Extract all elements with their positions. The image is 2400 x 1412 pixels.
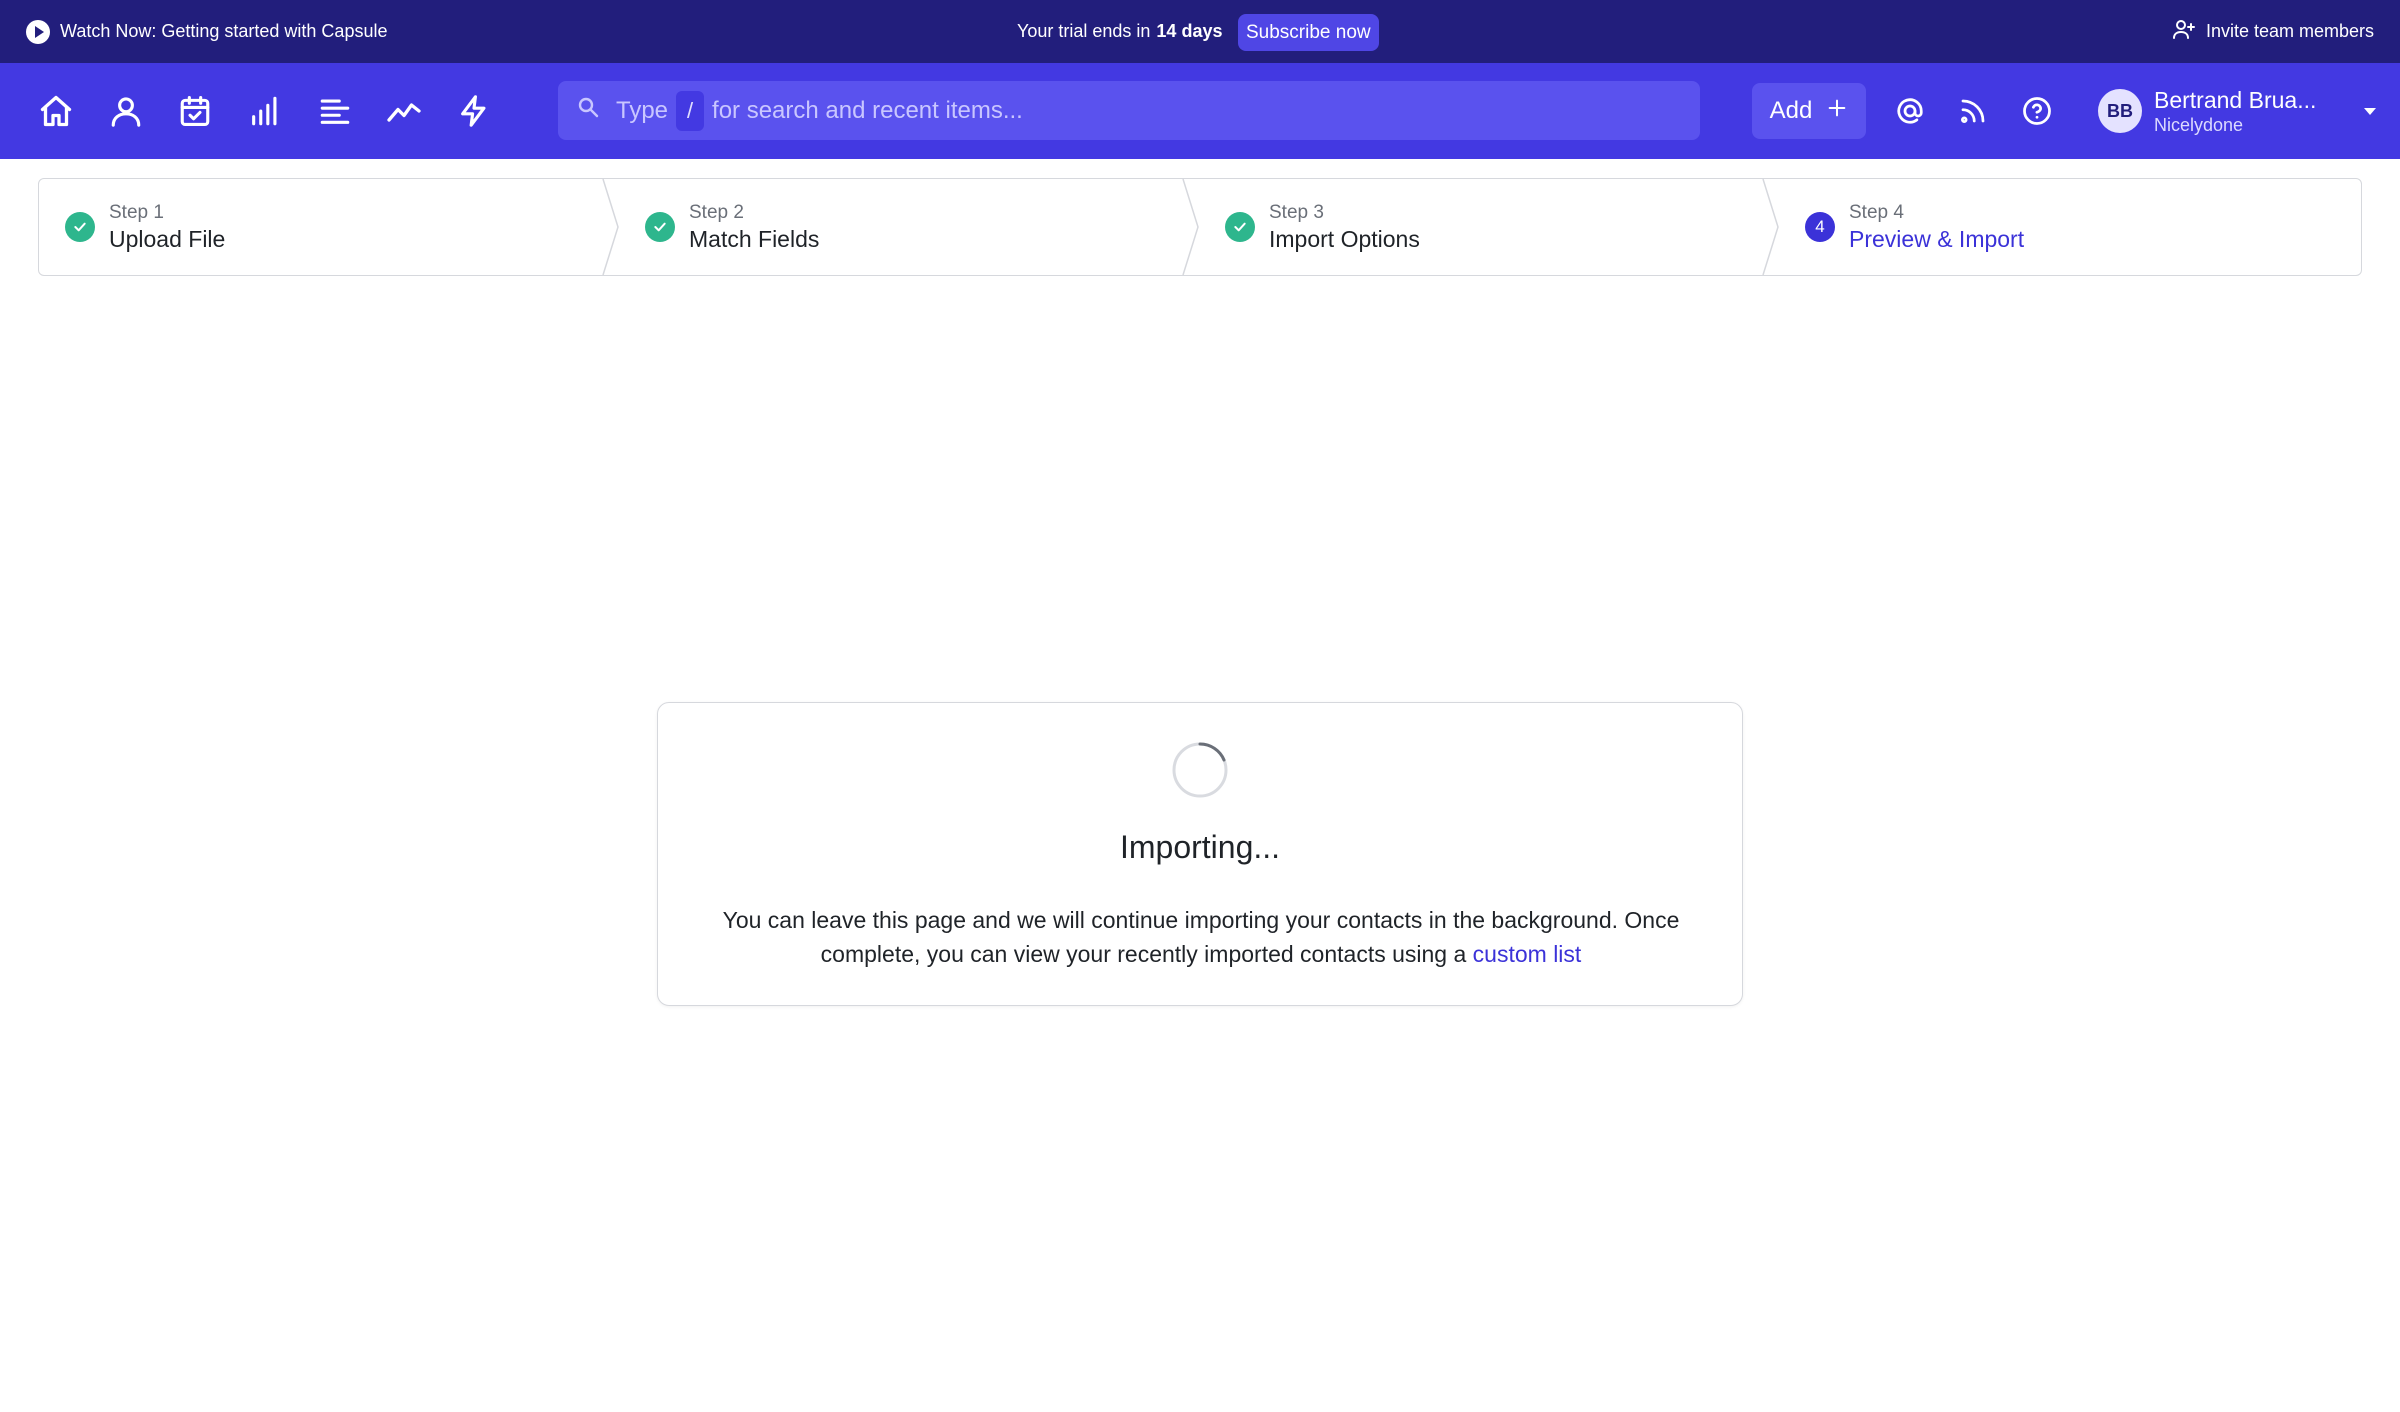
plus-icon bbox=[1826, 97, 1848, 126]
step-label: Import Options bbox=[1269, 226, 1420, 252]
user-menu[interactable]: BB Bertrand Brua... Nicelydone bbox=[2098, 82, 2388, 140]
user-names: Bertrand Brua... Nicelydone bbox=[2154, 86, 2316, 136]
step-preview-import[interactable]: 4 Step 4 Preview & Import bbox=[1805, 179, 2024, 275]
add-label: Add bbox=[1769, 97, 1813, 124]
step-upload-file[interactable]: Step 1 Upload File bbox=[65, 179, 225, 275]
add-user-icon bbox=[2172, 17, 2196, 46]
step-number: Step 4 bbox=[1849, 202, 1904, 223]
person-icon[interactable] bbox=[104, 89, 148, 133]
trial-notice: Your trial ends in 14 days bbox=[1017, 0, 1222, 63]
step-separator bbox=[1181, 179, 1201, 275]
step-label: Upload File bbox=[109, 226, 226, 252]
search-prefix: Type bbox=[616, 96, 669, 124]
search-shortcut-key: / bbox=[676, 90, 705, 131]
importing-message: You can leave this page and we will cont… bbox=[698, 903, 1704, 971]
at-icon[interactable] bbox=[1888, 89, 1932, 133]
message-line-1: You can leave this page and we will cont… bbox=[722, 907, 1680, 933]
import-stepper: Step 1 Upload File Step 2 Match Fields S… bbox=[38, 178, 2362, 276]
step-import-options[interactable]: Step 3 Import Options bbox=[1225, 179, 1420, 275]
main-nav: Type / for search and recent items... Ad… bbox=[0, 63, 2400, 159]
search-placeholder: for search and recent items... bbox=[712, 96, 1023, 124]
step-number-badge: 4 bbox=[1805, 212, 1835, 242]
chevron-down-icon bbox=[2364, 108, 2376, 115]
home-icon[interactable] bbox=[34, 89, 78, 133]
feed-icon[interactable] bbox=[1951, 89, 1995, 133]
check-icon bbox=[65, 212, 95, 242]
invite-team-button[interactable]: Invite team members bbox=[2172, 0, 2374, 63]
search-bar[interactable]: Type / for search and recent items... bbox=[558, 81, 1700, 140]
trial-days: 14 days bbox=[1156, 21, 1223, 41]
step-number: Step 3 bbox=[1269, 202, 1324, 223]
step-number: Step 2 bbox=[689, 202, 744, 223]
avatar: BB bbox=[2098, 89, 2142, 133]
subscribe-button[interactable]: Subscribe now bbox=[1238, 14, 1379, 51]
list-icon[interactable] bbox=[313, 89, 357, 133]
user-org: Nicelydone bbox=[2154, 115, 2244, 135]
trial-prefix: Your trial ends in bbox=[1017, 21, 1151, 41]
watch-now-link[interactable]: Watch Now: Getting started with Capsule bbox=[26, 0, 387, 63]
lightning-icon[interactable] bbox=[452, 89, 496, 133]
loading-spinner-icon bbox=[1171, 741, 1229, 799]
play-icon bbox=[26, 19, 50, 44]
check-icon bbox=[1225, 212, 1255, 242]
calendar-check-icon[interactable] bbox=[173, 89, 217, 133]
add-button[interactable]: Add bbox=[1752, 83, 1866, 139]
check-icon bbox=[645, 212, 675, 242]
step-match-fields[interactable]: Step 2 Match Fields bbox=[645, 179, 819, 275]
watch-now-label: Watch Now: Getting started with Capsule bbox=[60, 21, 388, 41]
custom-list-link[interactable]: custom list bbox=[1473, 941, 1582, 967]
step-label: Match Fields bbox=[689, 226, 820, 252]
invite-label: Invite team members bbox=[2205, 21, 2374, 41]
importing-card: Importing... You can leave this page and… bbox=[657, 702, 1743, 1006]
step-number: Step 1 bbox=[109, 202, 164, 223]
step-separator bbox=[601, 179, 621, 275]
bar-chart-icon[interactable] bbox=[243, 89, 287, 133]
help-icon[interactable] bbox=[2015, 89, 2059, 133]
top-banner: Watch Now: Getting started with Capsule … bbox=[0, 0, 2400, 63]
search-icon bbox=[576, 95, 600, 126]
step-separator bbox=[1761, 179, 1781, 275]
step-label: Preview & Import bbox=[1849, 226, 2025, 252]
user-name: Bertrand Brua... bbox=[2154, 87, 2317, 113]
trend-icon[interactable] bbox=[382, 89, 426, 133]
message-line-2: complete, you can view your recently imp… bbox=[820, 941, 1467, 967]
importing-title: Importing... bbox=[1119, 829, 1281, 865]
